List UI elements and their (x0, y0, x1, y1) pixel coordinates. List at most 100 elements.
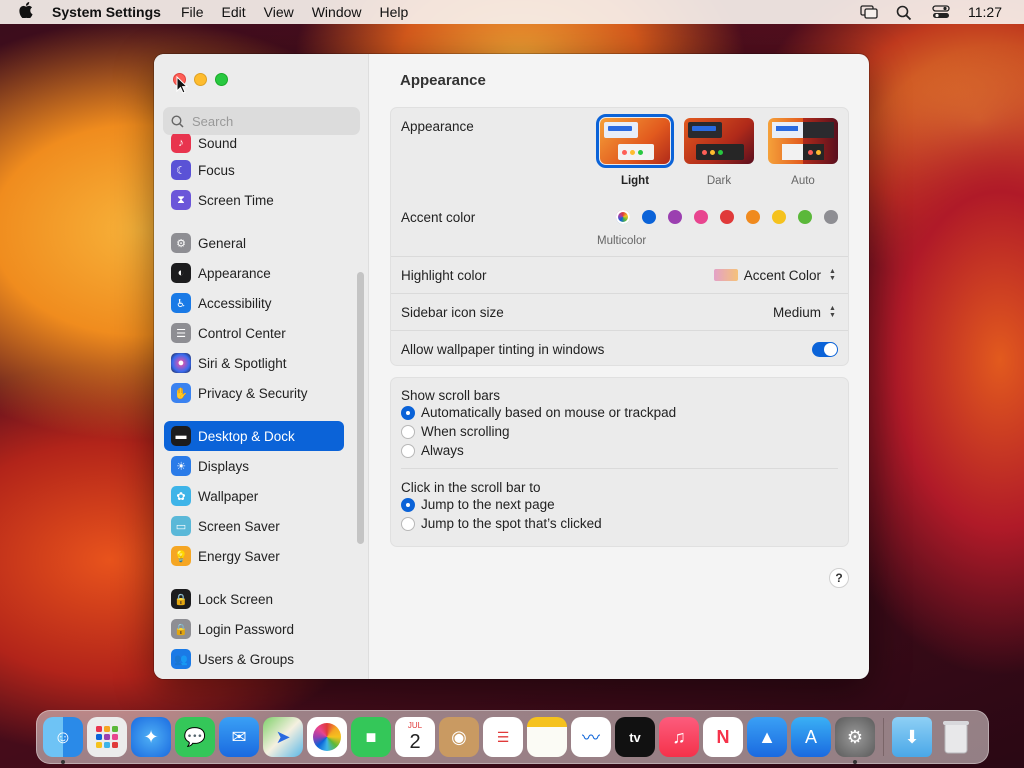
sidebar-scrollbar[interactable] (357, 272, 364, 544)
minimize-button[interactable] (194, 73, 207, 86)
app-name[interactable]: System Settings (52, 4, 161, 20)
sidebar-item-screen-time[interactable]: ⧗ Screen Time (164, 185, 344, 215)
system-settings-icon[interactable]: ⚙ (835, 717, 875, 764)
dock-separator (883, 718, 884, 756)
sidebar-item-wallpaper[interactable]: ✿ Wallpaper (164, 481, 344, 511)
dock-icon: ▬ (171, 426, 191, 446)
mode-label: Light (620, 175, 650, 187)
notes-icon[interactable] (527, 717, 567, 757)
reminders-icon[interactable]: ☰ (483, 717, 523, 757)
sidebar-item-privacy-security[interactable]: ✋ Privacy & Security (164, 378, 344, 408)
sidebar-item-login-password[interactable]: 🔒 Login Password (164, 614, 344, 644)
moon-icon: ☾ (171, 160, 191, 180)
accent-green[interactable] (798, 210, 812, 224)
radio-label: Always (421, 443, 464, 458)
sidebar-item-label: Wallpaper (198, 488, 259, 504)
contacts-icon[interactable]: ◉ (439, 717, 479, 757)
radio-button[interactable] (401, 424, 415, 439)
mode-label: Auto (791, 175, 815, 187)
search-field[interactable]: Search (163, 107, 360, 135)
scroll-option-automatic[interactable]: Automatically based on mouse or trackpad (391, 403, 848, 422)
help-button[interactable]: ? (829, 568, 849, 588)
zoom-button[interactable] (215, 73, 228, 86)
screen-mirroring-icon[interactable] (860, 5, 878, 19)
facetime-icon[interactable]: ■ (351, 717, 391, 757)
sidebar-item-energy-saver[interactable]: 💡 Energy Saver (164, 541, 344, 571)
calendar-icon[interactable]: JUL 2 (395, 717, 435, 757)
menubar-clock[interactable]: 11:27 (968, 4, 1002, 20)
spotlight-search-icon[interactable] (896, 5, 914, 21)
menu-edit[interactable]: Edit (222, 4, 246, 20)
appearance-group: Appearance Light Dark Auto Accent color … (390, 107, 849, 366)
sidebar-item-label: Focus (198, 162, 235, 178)
keynote-icon[interactable]: ▲ (747, 717, 787, 757)
sidebar-item-appearance[interactable]: ◐ Appearance (164, 258, 344, 288)
launchpad-icon[interactable] (87, 717, 127, 757)
scroll-option-when-scrolling[interactable]: When scrolling (391, 422, 848, 441)
photos-icon[interactable] (307, 717, 347, 757)
menu-window[interactable]: Window (312, 4, 362, 20)
news-icon[interactable]: N (703, 717, 743, 757)
sidebar-item-focus[interactable]: ☾ Focus (164, 155, 344, 185)
toggles-icon: ☰ (171, 323, 191, 343)
mode-dark[interactable]: Dark (684, 118, 754, 187)
radio-button[interactable] (401, 516, 415, 531)
accent-multicolor[interactable] (616, 210, 630, 224)
highlight-color-row: Highlight color Accent Color ▲ ▼ (391, 256, 848, 293)
freeform-icon[interactable]: 〰 (571, 717, 611, 757)
sidebar-item-desktop-dock[interactable]: ▬ Desktop & Dock (164, 421, 344, 451)
mode-label: Dark (706, 175, 732, 187)
trash-icon[interactable] (936, 717, 976, 757)
wallpaper-tinting-toggle[interactable] (812, 341, 838, 357)
click-option-next-page[interactable]: Jump to the next page (391, 495, 848, 514)
accent-red[interactable] (720, 210, 734, 224)
safari-icon[interactable]: ✦ (131, 717, 171, 757)
radio-button[interactable] (401, 497, 415, 512)
sidebar-item-screen-saver[interactable]: ▭ Screen Saver (164, 511, 344, 541)
accent-blue[interactable] (642, 210, 656, 224)
control-center-icon[interactable] (932, 5, 950, 19)
downloads-folder-icon[interactable]: ⬇ (892, 717, 932, 757)
menu-help[interactable]: Help (380, 4, 409, 20)
sidebar-item-accessibility[interactable]: ♿ Accessibility (164, 288, 344, 318)
menu-bar: System Settings File Edit View Window He… (0, 0, 1024, 24)
accent-purple[interactable] (668, 210, 682, 224)
sidebar-icon-size-popup[interactable]: Medium ▲ ▼ (773, 304, 838, 320)
padlock-icon: 🔒 (171, 619, 191, 639)
music-icon[interactable]: ♫ (659, 717, 699, 757)
calendar-day: 2 (409, 731, 421, 753)
light-thumbnail (596, 114, 674, 168)
accent-caption: Multicolor (597, 235, 647, 247)
accent-orange[interactable] (746, 210, 760, 224)
apple-tv-icon[interactable]: tv (615, 717, 655, 757)
radio-button[interactable] (401, 405, 415, 420)
appearance-icon: ◐ (171, 263, 191, 283)
accent-graphite[interactable] (824, 210, 838, 224)
running-indicator (853, 760, 857, 764)
finder-icon[interactable]: ☺ (43, 717, 83, 764)
highlight-color-popup[interactable]: Accent Color ▲ ▼ (713, 267, 838, 283)
sidebar-item-control-center[interactable]: ☰ Control Center (164, 318, 344, 348)
sidebar-item-displays[interactable]: ☀ Displays (164, 451, 344, 481)
app-store-icon[interactable]: A (791, 717, 831, 757)
click-option-spot-clicked[interactable]: Jump to the spot that’s clicked (391, 514, 848, 533)
sidebar-item-lock-screen[interactable]: 🔒 Lock Screen (164, 584, 344, 614)
accent-pink[interactable] (694, 210, 708, 224)
mail-icon[interactable]: ✉ (219, 717, 259, 757)
messages-icon[interactable]: 💬 (175, 717, 215, 757)
radio-button[interactable] (401, 443, 415, 458)
sidebar-item-general[interactable]: ⚙ General (164, 228, 344, 258)
sidebar-item-users-groups[interactable]: 👥 Users & Groups (164, 644, 344, 674)
tv-label: tv (629, 729, 641, 745)
mode-light[interactable]: Light (596, 114, 674, 187)
highlight-color-value: Accent Color (743, 267, 821, 283)
scroll-option-always[interactable]: Always (391, 441, 848, 460)
menu-view[interactable]: View (264, 4, 294, 20)
sidebar-item-sound[interactable]: ♪ Sound (164, 134, 344, 155)
apple-menu-icon[interactable] (0, 2, 52, 22)
mode-auto[interactable]: Auto (768, 118, 838, 187)
maps-icon[interactable]: ➤ (263, 717, 303, 757)
sidebar-item-siri-spotlight[interactable]: ● Siri & Spotlight (164, 348, 344, 378)
menu-file[interactable]: File (181, 4, 204, 20)
accent-yellow[interactable] (772, 210, 786, 224)
